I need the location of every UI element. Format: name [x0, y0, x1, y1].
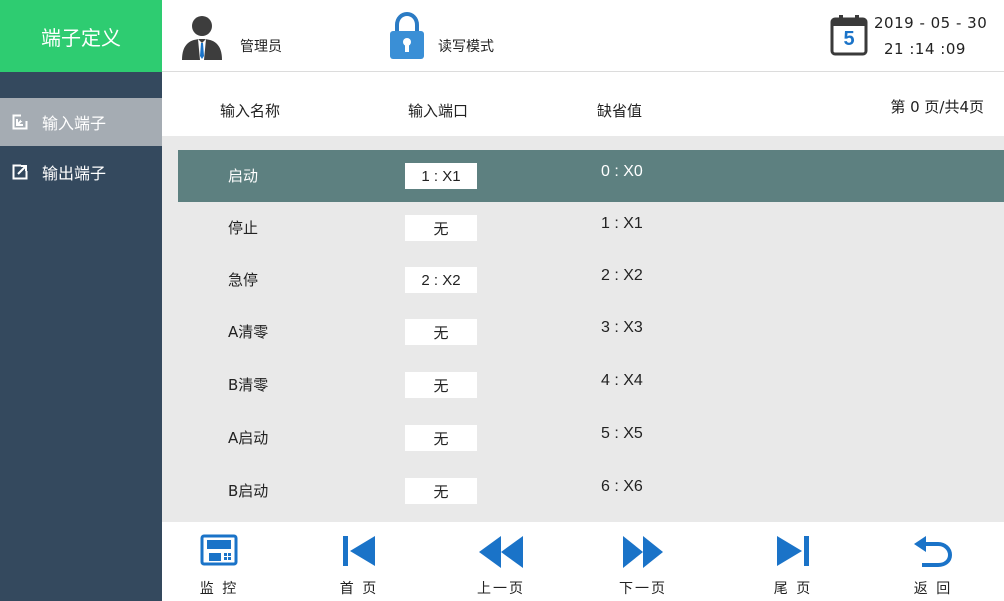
first-page-button-label: 首 页 [339, 581, 379, 597]
next-page-icon [623, 536, 663, 568]
terminal-table: 输入名称 输入端口 缺省值 第 0 页/共4页 启动 1 : X1 0 : X0… [162, 72, 1004, 522]
row-input-port-field[interactable]: 无 [405, 372, 477, 398]
row-input-port-field[interactable]: 1 : X1 [405, 163, 477, 189]
bottom-toolbar: 监 控 首 页 上一页 下一页 尾 页 返 回 [162, 522, 1004, 601]
row-default-value: 5 : X5 [601, 425, 643, 442]
sidebar: 输入端子 输出端子 [0, 72, 162, 601]
row-input-name: 停止 [228, 219, 259, 237]
return-button-label: 返 回 [913, 581, 953, 597]
row-input-port-field[interactable]: 无 [405, 215, 477, 241]
prev-page-button-label: 上一页 [477, 581, 525, 597]
row-input-name: 急停 [228, 271, 259, 289]
export-icon [12, 164, 28, 180]
monitor-button-label: 监 控 [199, 581, 239, 597]
row-input-name: B清零 [228, 376, 269, 394]
row-default-value: 6 : X6 [601, 478, 643, 495]
import-icon [12, 114, 28, 130]
table-row[interactable]: A启动 无 5 : X5 [178, 412, 1004, 464]
user-role-label: 管理员 [240, 39, 282, 55]
page-indicator: 第 0 页/共4页 [890, 98, 984, 116]
last-page-button[interactable]: 尾 页 [748, 522, 838, 601]
return-icon [914, 536, 953, 567]
table-row[interactable]: A清零 无 3 : X3 [178, 306, 1004, 358]
table-row[interactable]: 停止 无 1 : X1 [178, 202, 1004, 254]
date-display: 2019 - 05 - 30 [874, 14, 988, 32]
first-page-icon [343, 536, 375, 566]
row-input-name: B启动 [228, 482, 269, 500]
row-input-port-field[interactable]: 2 : X2 [405, 267, 477, 293]
last-page-icon [777, 536, 809, 566]
row-input-name: A清零 [228, 323, 269, 341]
return-button[interactable]: 返 回 [888, 522, 978, 601]
table-row[interactable]: 急停 2 : X2 2 : X2 [178, 254, 1004, 306]
column-header-default: 缺省值 [597, 102, 643, 120]
monitor-icon [200, 534, 238, 566]
sidebar-item-label: 输入端子 [42, 114, 107, 133]
top-bar: 管理员 读写模式 5 2019 - 05 - 30 21 :14 :09 [162, 0, 1004, 72]
time-display: 21 :14 :09 [884, 40, 966, 58]
row-input-name: A启动 [228, 429, 269, 447]
row-input-port-field[interactable]: 无 [405, 425, 477, 451]
sidebar-item-input-terminals[interactable]: 输入端子 [0, 98, 162, 146]
monitor-button[interactable]: 监 控 [174, 522, 264, 601]
row-input-port-field[interactable]: 无 [405, 478, 477, 504]
last-page-button-label: 尾 页 [773, 581, 813, 597]
next-page-button-label: 下一页 [619, 581, 667, 597]
row-default-value: 0 : X0 [601, 163, 643, 180]
row-default-value: 4 : X4 [601, 372, 643, 389]
table-row[interactable]: B清零 无 4 : X4 [178, 359, 1004, 411]
sidebar-item-output-terminals[interactable]: 输出端子 [0, 148, 162, 196]
row-default-value: 1 : X1 [601, 215, 643, 232]
row-default-value: 2 : X2 [601, 267, 643, 284]
first-page-button[interactable]: 首 页 [314, 522, 404, 601]
next-page-button[interactable]: 下一页 [598, 522, 688, 601]
table-header: 输入名称 输入端口 缺省值 第 0 页/共4页 [162, 72, 1004, 136]
row-input-port-field[interactable]: 无 [405, 319, 477, 345]
row-input-name: 启动 [228, 167, 259, 185]
prev-page-button[interactable]: 上一页 [456, 522, 546, 601]
column-header-port: 输入端口 [408, 102, 469, 120]
access-mode-label: 读写模式 [438, 39, 494, 55]
calendar-day: 5 [843, 28, 855, 50]
lock-icon [390, 12, 424, 59]
user-icon [182, 16, 222, 60]
sidebar-item-label: 输出端子 [42, 164, 107, 183]
column-header-name: 输入名称 [220, 102, 281, 120]
prev-page-icon [479, 536, 523, 568]
app-title: 端子定义 [0, 0, 162, 72]
row-default-value: 3 : X3 [601, 319, 643, 336]
table-row[interactable]: 启动 1 : X1 0 : X0 [178, 150, 1004, 202]
table-row[interactable]: B启动 无 6 : X6 [178, 465, 1004, 517]
